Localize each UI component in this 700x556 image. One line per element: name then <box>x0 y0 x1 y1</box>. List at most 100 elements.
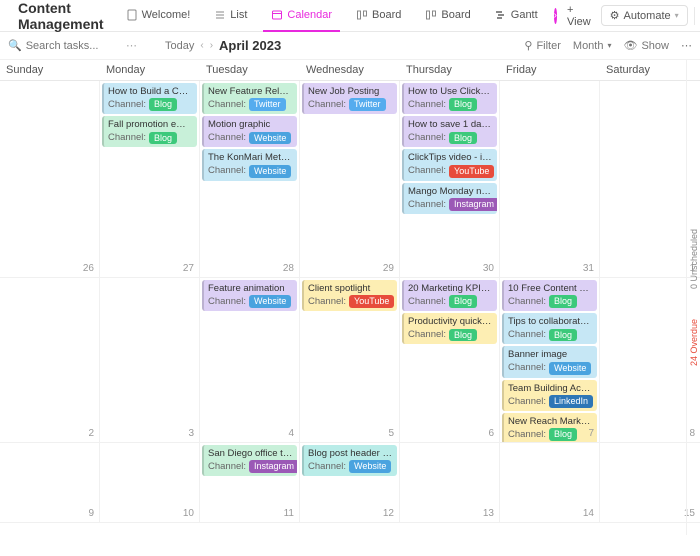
search-input[interactable] <box>26 40 106 52</box>
tab-board2[interactable]: Board <box>417 0 478 32</box>
calendar-cell[interactable]: 10 Free Content CalenChannel:BlogTips to… <box>500 278 600 443</box>
calendar-cell[interactable]: How to Build a ContenChannel:BlogFall pr… <box>100 81 200 278</box>
event-channel: Channel:Website <box>308 460 393 473</box>
filter-button[interactable]: ⚲Filter <box>524 39 561 52</box>
today-button[interactable]: Today <box>165 40 194 52</box>
next-month[interactable]: › <box>210 40 213 51</box>
channel-tag: Blog <box>549 428 577 441</box>
add-view-button[interactable]: + View <box>561 4 597 28</box>
calendar-cell[interactable]: How to Use ClickUp toChannel:BlogHow to … <box>400 81 500 278</box>
calendar-cell[interactable]: Feature animationChannel:Website4 <box>200 278 300 443</box>
day-number: 14 <box>583 508 594 519</box>
calendar-event[interactable]: Client spotlightChannel:YouTube <box>302 280 397 311</box>
event-title: New Feature Release <box>208 86 293 97</box>
channel-tag: Blog <box>449 329 477 342</box>
event-title: 20 Marketing KPIs You <box>408 283 493 294</box>
channel-tag: LinkedIn <box>549 395 593 408</box>
calendar-cell[interactable]: 1 <box>600 81 700 278</box>
event-channel: Channel:Blog <box>508 329 593 342</box>
calendar-event[interactable]: Banner imageChannel:Website <box>502 346 597 377</box>
calendar-event[interactable]: Motion graphicChannel:Website <box>202 116 297 147</box>
calendar-event[interactable]: New Job PostingChannel:Twitter <box>302 83 397 114</box>
event-title: 10 Free Content Calen <box>508 283 593 294</box>
event-channel: Channel:Instagram <box>408 198 493 211</box>
weekday: Thursday <box>400 60 500 80</box>
calendar-cell[interactable]: 26 <box>0 81 100 278</box>
gantt-icon <box>495 9 507 21</box>
calendar-cell[interactable]: Client spotlightChannel:YouTube5 <box>300 278 400 443</box>
calendar-cell[interactable]: 20 Marketing KPIs YouChannel:BlogProduct… <box>400 278 500 443</box>
calendar-cell[interactable]: 31 <box>500 81 600 278</box>
calendar-cell[interactable]: 15 <box>600 443 700 523</box>
event-channel: Channel:Blog <box>508 428 593 441</box>
event-title: Team Building Activiti <box>508 383 593 394</box>
event-channel: Channel:YouTube <box>408 165 493 178</box>
calendar-event[interactable]: The KonMari Method fChannel:Website <box>202 149 297 180</box>
unscheduled-count[interactable]: 0 Unscheduled <box>689 229 699 289</box>
doc-icon <box>126 9 138 21</box>
calendar-event[interactable]: 10 Free Content CalenChannel:Blog <box>502 280 597 311</box>
day-number: 13 <box>483 508 494 519</box>
show-button[interactable]: 👁Show <box>624 39 670 52</box>
channel-tag: Twitter <box>249 98 286 111</box>
calendar-event[interactable]: Blog post header imagChannel:Website <box>302 445 397 476</box>
calendar-cell[interactable]: New Job PostingChannel:Twitter29 <box>300 81 400 278</box>
space-title: Content Management <box>18 0 104 32</box>
event-title: How to save 1 day eve <box>408 119 493 130</box>
event-title: Client spotlight <box>308 283 393 294</box>
event-channel: Channel:Blog <box>508 295 593 308</box>
channel-tag: Website <box>249 295 291 308</box>
event-title: Feature animation <box>208 283 293 294</box>
right-rail: 0 Unscheduled 24 Overdue <box>686 60 700 535</box>
next-arrow-icon[interactable]: › <box>554 8 557 24</box>
calendar-cell[interactable]: Blog post header imagChannel:Website 12 <box>300 443 400 523</box>
calendar-cell[interactable]: San Diego office tourChannel:Instagram11 <box>200 443 300 523</box>
calendar-cell[interactable]: 9 <box>0 443 100 523</box>
calendar-cell[interactable]: New Feature ReleaseChannel:TwitterMotion… <box>200 81 300 278</box>
calendar-event[interactable]: Tips to collaborate effChannel:Blog <box>502 313 597 344</box>
calendar-cell[interactable]: 10 <box>100 443 200 523</box>
calendar-event[interactable]: 20 Marketing KPIs YouChannel:Blog <box>402 280 497 311</box>
tab-gantt[interactable]: Gantt <box>487 0 546 32</box>
calendar-cell[interactable]: 8 <box>600 278 700 443</box>
search-input-wrap[interactable]: 🔍 <box>8 39 118 52</box>
more-icon[interactable]: ⋯ <box>126 39 137 52</box>
calendar-cell[interactable]: 2 <box>0 278 100 443</box>
board-icon <box>356 9 368 21</box>
day-number: 12 <box>383 508 394 519</box>
calendar-cell[interactable]: 3 <box>100 278 200 443</box>
channel-tag: Blog <box>549 295 577 308</box>
calendar-event[interactable]: ClickTips video - inboChannel:YouTube <box>402 149 497 180</box>
tab-label: Calendar <box>287 9 332 21</box>
calendar-event[interactable]: How to save 1 day eveChannel:Blog <box>402 116 497 147</box>
overdue-count[interactable]: 24 Overdue <box>689 319 699 366</box>
prev-month[interactable]: ‹ <box>200 40 203 51</box>
board-icon <box>425 9 437 21</box>
calendar-event[interactable]: How to Use ClickUp toChannel:Blog <box>402 83 497 114</box>
event-title: Motion graphic <box>208 119 293 130</box>
calendar-event[interactable]: Mango Monday new eChannel:Instagram <box>402 183 497 214</box>
calendar-cell[interactable]: 14 <box>500 443 600 523</box>
automate-button[interactable]: ⚙ Automate ▾ <box>601 5 688 26</box>
tab-list[interactable]: List <box>206 0 255 32</box>
period-select[interactable]: Month▾ <box>573 40 612 52</box>
event-title: How to Use ClickUp to <box>408 86 493 97</box>
calendar-event[interactable]: Feature animationChannel:Website <box>202 280 297 311</box>
calendar-cell[interactable]: 13 <box>400 443 500 523</box>
event-title: Productivity quick tips <box>408 316 493 327</box>
tab-board1[interactable]: Board <box>348 0 409 32</box>
tab-calendar[interactable]: Calendar <box>263 0 340 32</box>
calendar-event[interactable]: Fall promotion emailChannel:Blog <box>102 116 197 147</box>
tab-welcome[interactable]: Welcome! <box>118 0 199 32</box>
more-icon[interactable]: ⋯ <box>681 39 692 52</box>
calendar-event[interactable]: Productivity quick tipsChannel:Blog <box>402 313 497 344</box>
calendar-event[interactable]: San Diego office tourChannel:Instagram <box>202 445 297 476</box>
calendar-event[interactable]: New Feature ReleaseChannel:Twitter <box>202 83 297 114</box>
calendar-event[interactable]: New Reach MarketingChannel:Blog <box>502 413 597 443</box>
channel-tag: Website <box>249 165 291 178</box>
calendar-event[interactable]: How to Build a ContenChannel:Blog <box>102 83 197 114</box>
calendar-event[interactable]: Team Building ActivitiChannel:LinkedIn <box>502 380 597 411</box>
event-channel: Channel:Blog <box>108 132 193 145</box>
chevron-down-icon: ▾ <box>607 41 611 50</box>
channel-tag: YouTube <box>349 295 394 308</box>
